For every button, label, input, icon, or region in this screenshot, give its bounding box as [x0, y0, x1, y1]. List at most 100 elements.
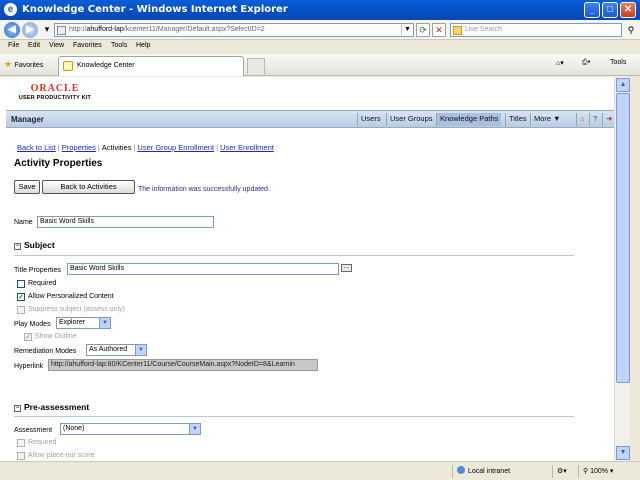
url-dropdown-icon[interactable]: ▼ [401, 24, 413, 36]
preassessment-section-header[interactable]: − Pre-assessment [14, 402, 89, 412]
collapse-icon[interactable]: − [14, 405, 21, 412]
user-enrollment-link[interactable]: User Enrollment [220, 143, 274, 152]
back-arrow-icon[interactable]: ◀ [4, 22, 20, 38]
window-title: Knowledge Center - Windows Internet Expl… [22, 4, 288, 15]
page-title: Activity Properties [14, 158, 103, 169]
menu-edit[interactable]: Edit [28, 42, 40, 49]
preassessment-heading: Pre-assessment [24, 402, 90, 412]
play-modes-select[interactable]: Explorer ▼ [56, 317, 111, 329]
refresh-icon[interactable]: ⟳ [416, 23, 430, 37]
logout-icon[interactable]: ➜ [602, 113, 614, 126]
hyperlink-field[interactable]: http://ahufford-lap:80/KCenter11/Course/… [48, 359, 318, 371]
tools-menu[interactable]: Tools [610, 59, 626, 66]
save-button[interactable]: Save [14, 180, 40, 194]
subject-section-header[interactable]: − Subject [14, 240, 55, 250]
show-outline-label: Show Outline [35, 333, 77, 340]
vertical-scrollbar[interactable]: ▲ ▼ [614, 77, 630, 461]
zone-label: Local intranet [468, 468, 511, 475]
scroll-down-icon[interactable]: ▼ [616, 446, 630, 460]
browser-tab[interactable]: Knowledge Center [58, 56, 244, 76]
back-to-list-link[interactable]: Back to List [17, 143, 56, 152]
url-text: http://ahufford-lap/kcenter11/Manager/De… [69, 26, 265, 33]
title-properties-label: Title Properties [14, 267, 61, 274]
play-modes-label: Play Modes [14, 321, 51, 328]
minimize-button[interactable]: _ [584, 2, 600, 18]
scroll-up-icon[interactable]: ▲ [616, 78, 630, 92]
oracle-logo: ORACLE USER PRODUCTIVITY KIT [18, 83, 92, 101]
pre-required-checkbox [17, 439, 25, 447]
suppress-subject-label: Suppress subject (assess only) [28, 306, 125, 313]
name-field[interactable]: Basic Word Skills [37, 216, 214, 228]
success-message: The information was successfully updated… [138, 186, 270, 193]
breadcrumb: Back to List | Properties | Activities | User … [17, 143, 274, 152]
security-zone: Local intranet [452, 465, 552, 478]
scroll-thumb[interactable] [616, 93, 630, 383]
collapse-icon[interactable]: − [14, 243, 21, 250]
new-tab-button[interactable] [247, 58, 265, 74]
search-input[interactable]: Live Search [450, 23, 622, 37]
favorites-bar: Favorites Knowledge Center ⌂▾ ⎙▾ Tools [0, 54, 640, 76]
back-to-activities-button[interactable]: Back to Activities [42, 180, 135, 194]
search-icon[interactable]: ⚲ [624, 23, 638, 37]
user-group-enrollment-link[interactable]: User Group Enrollment [137, 143, 214, 152]
browser-window: e Knowledge Center - Windows Internet Ex… [0, 0, 640, 480]
suppress-subject-checkbox [17, 306, 25, 314]
remediation-modes-label: Remediation Modes [14, 348, 77, 355]
section-divider [14, 255, 574, 256]
section-divider [14, 416, 574, 417]
close-button[interactable]: ✕ [620, 2, 636, 18]
live-search-icon [453, 26, 462, 35]
address-bar: ◀ ▶ ▾ http://ahufford-lap/kcenter11/Mana… [0, 20, 640, 40]
menu-tools[interactable]: Tools [111, 42, 127, 49]
remediation-modes-value: As Authored [89, 346, 128, 353]
separator: | [97, 143, 100, 152]
history-dropdown-icon[interactable]: ▾ [40, 23, 54, 37]
remediation-modes-select[interactable]: As Authored ▼ [86, 344, 147, 356]
oracle-wordmark: ORACLE [30, 83, 80, 94]
play-modes-value: Explorer [59, 319, 86, 326]
menu-view[interactable]: View [49, 42, 64, 49]
hyperlink-label: Hyperlink [14, 363, 44, 370]
tab-titles[interactable]: Titles [505, 113, 530, 126]
assessment-value: (None) [63, 425, 85, 432]
stop-icon[interactable]: ✕ [432, 23, 446, 37]
properties-link[interactable]: Properties [62, 143, 96, 152]
zoom-control[interactable]: ⚲ 100% ▾ [578, 465, 632, 478]
manager-header: Manager Users User Groups Knowledge Path… [6, 110, 614, 128]
subject-heading: Subject [24, 240, 55, 250]
menu-help[interactable]: Help [136, 42, 150, 49]
pre-required-label: Required [28, 439, 57, 446]
tab-label: Knowledge Center [77, 62, 135, 69]
allow-personalized-label: Allow Personalized Content [28, 293, 114, 300]
menu-file[interactable]: File [8, 42, 19, 49]
help-icon[interactable]: ? [589, 113, 600, 126]
browse-button[interactable]: ... [341, 264, 352, 272]
allow-placeout-checkbox [17, 452, 25, 460]
assessment-select[interactable]: (None) ▼ [60, 423, 201, 435]
show-outline-checkbox: ✓ [24, 333, 32, 341]
section-title: Manager [11, 115, 44, 124]
ie-icon: e [4, 3, 17, 16]
print-icon[interactable]: ⎙▾ [582, 59, 591, 67]
chevron-down-icon: ▼ [99, 318, 110, 328]
protected-mode-icon[interactable]: ⚙▾ [552, 465, 576, 478]
tab-users[interactable]: Users [357, 113, 384, 126]
home-icon[interactable]: ⌂ [576, 113, 588, 126]
tab-more[interactable]: More ▼ [530, 113, 564, 126]
tab-user-groups[interactable]: User Groups [386, 113, 436, 126]
title-properties-field[interactable]: Basic Word Skills [67, 263, 339, 275]
home-icon[interactable]: ⌂▾ [556, 59, 564, 67]
tab-knowledge-paths[interactable]: Knowledge Paths [436, 113, 502, 126]
title-bar: e Knowledge Center - Windows Internet Ex… [0, 0, 640, 20]
maximize-button[interactable]: □ [602, 2, 618, 18]
favorites-button[interactable]: Favorites [4, 59, 44, 70]
url-input[interactable]: http://ahufford-lap/kcenter11/Manager/De… [54, 23, 414, 37]
zoom-value: 100% [590, 468, 608, 475]
menu-favorites[interactable]: Favorites [73, 42, 102, 49]
required-checkbox[interactable] [17, 280, 25, 288]
separator: | [133, 143, 136, 152]
activities-current: Activities [101, 143, 132, 152]
forward-arrow-icon[interactable]: ▶ [22, 22, 38, 38]
allow-personalized-checkbox[interactable]: ✓ [17, 293, 25, 301]
globe-icon [457, 466, 465, 474]
